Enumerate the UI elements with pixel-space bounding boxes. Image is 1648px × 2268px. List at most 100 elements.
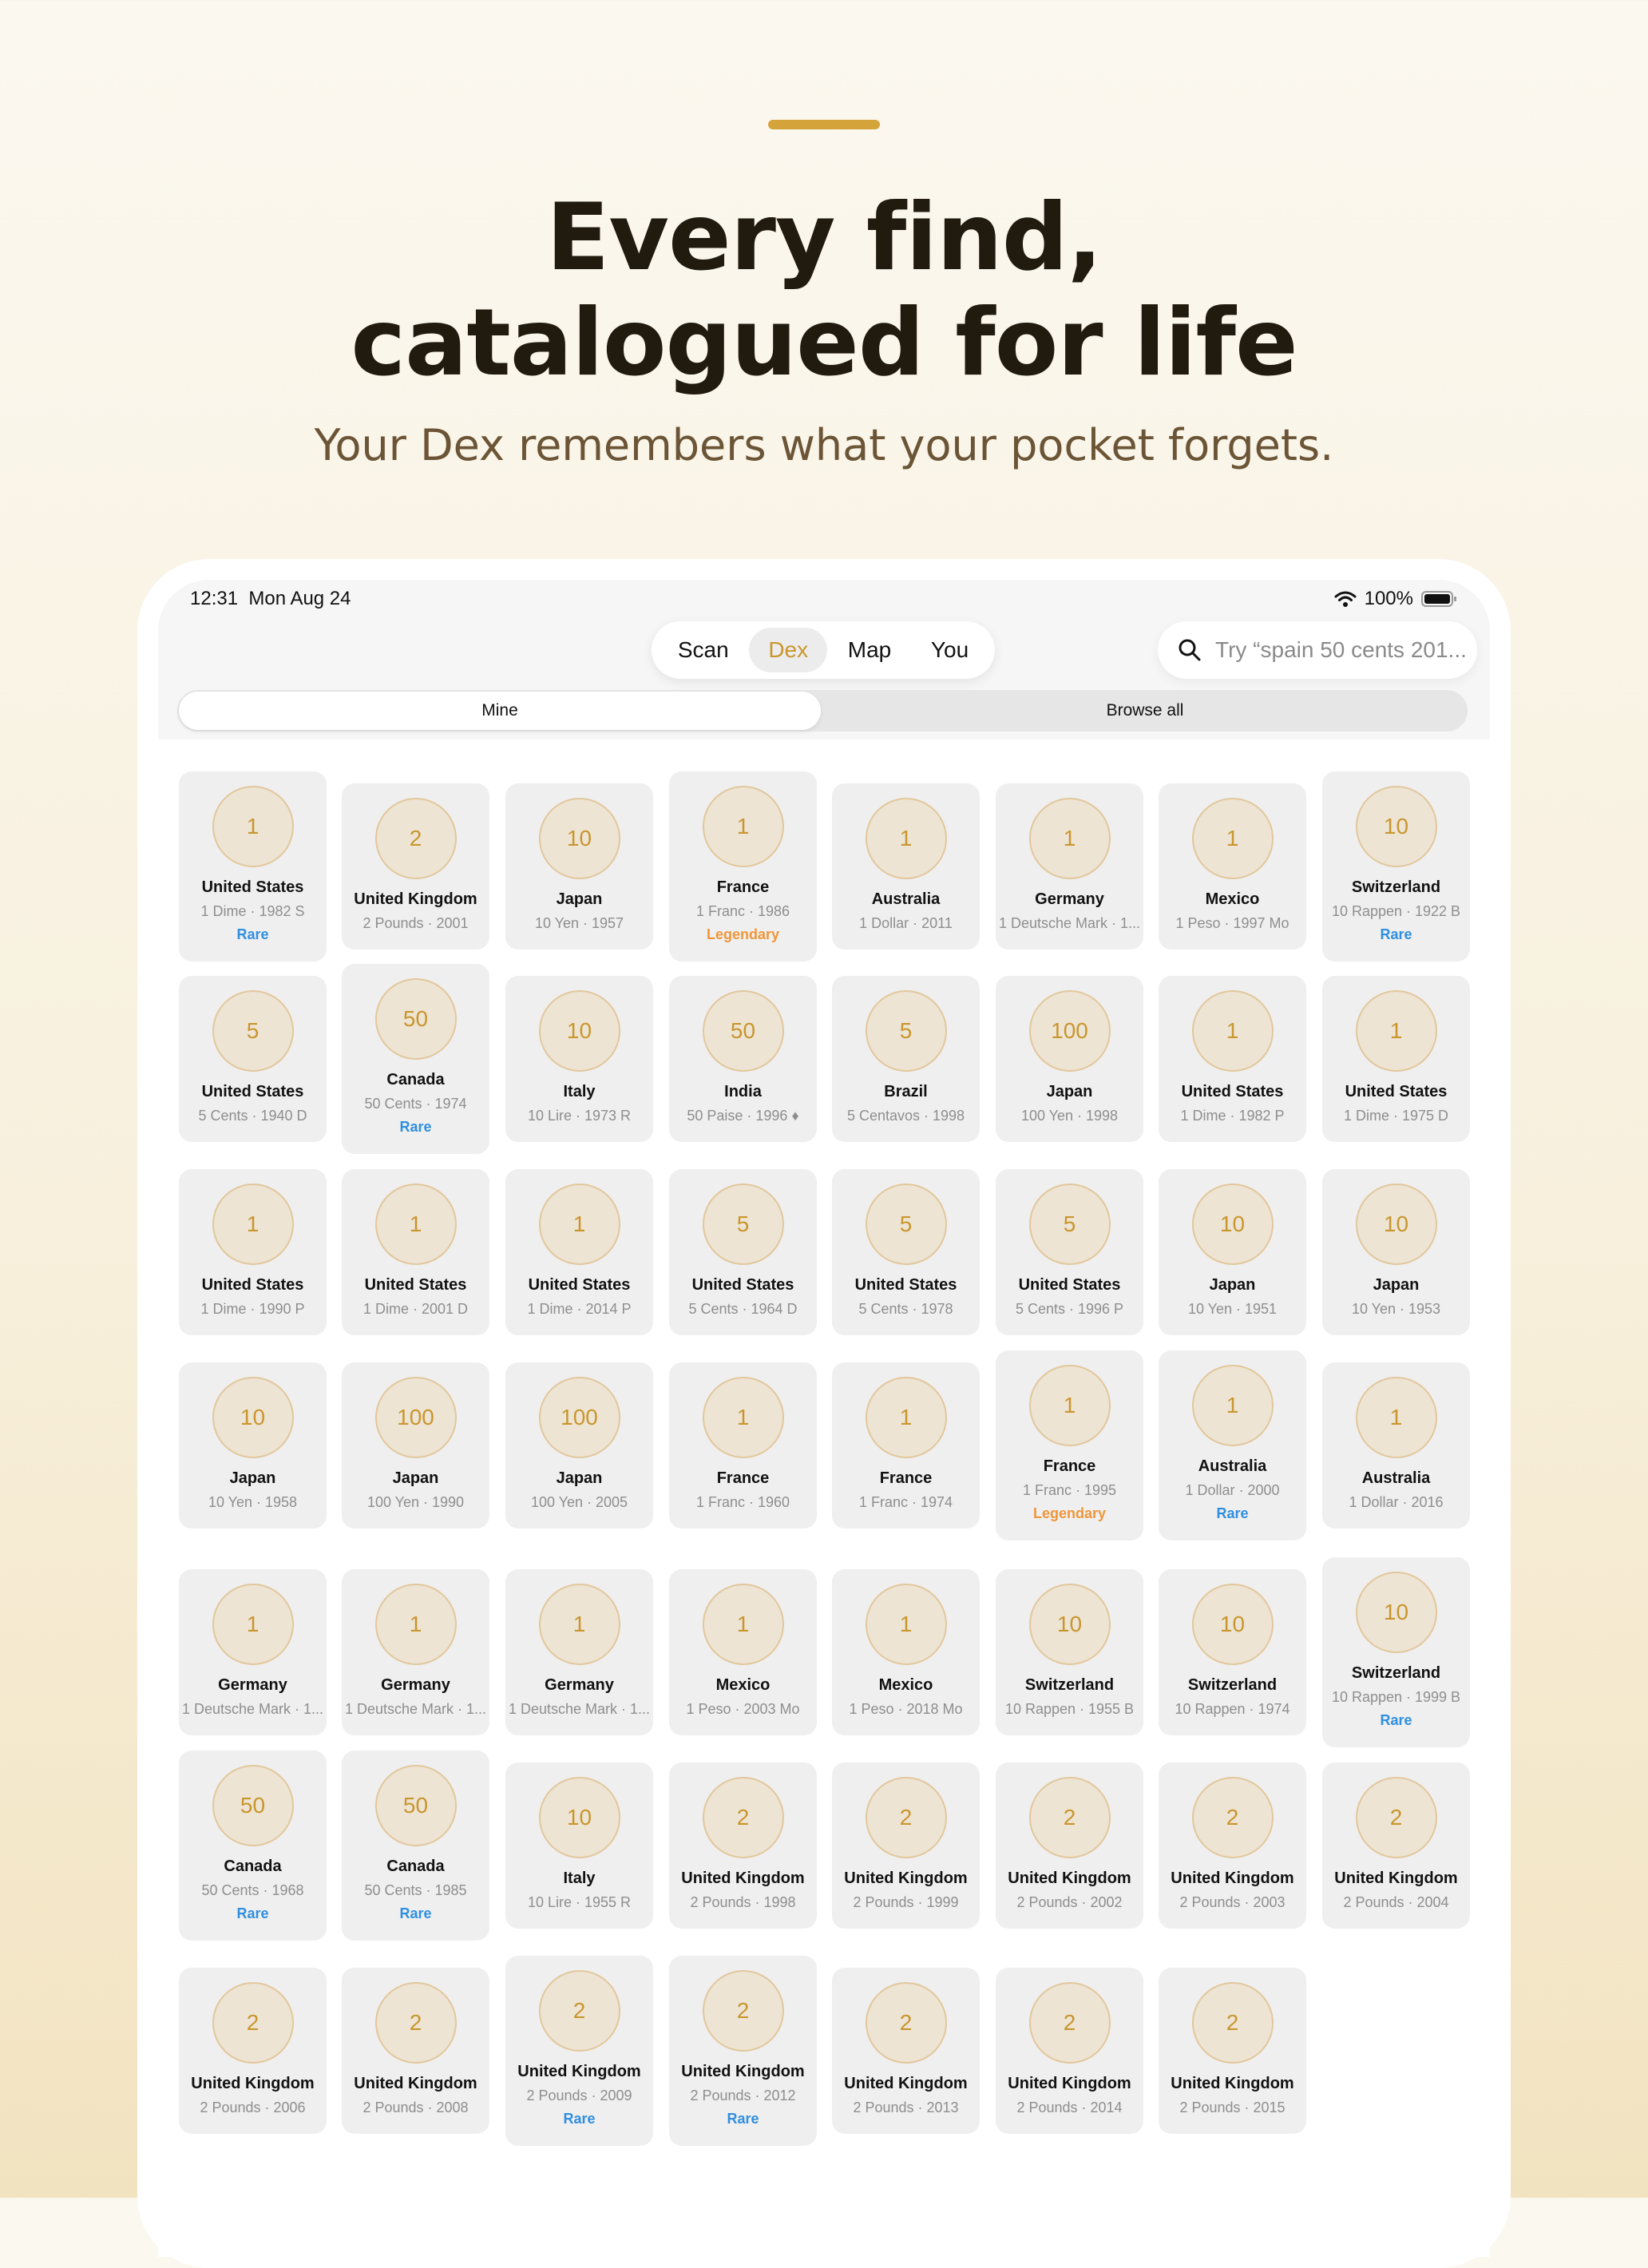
- coin-denomination: 2: [1028, 1777, 1111, 1858]
- coin-card[interactable]: 10 Japan 10 Yen · 1958: [179, 1362, 327, 1529]
- coin-denomination: 5: [865, 1184, 947, 1265]
- coin-card[interactable]: 2 United Kingdom 2 Pounds · 2003: [1159, 1762, 1306, 1929]
- coin-card[interactable]: 1 Mexico 1 Peso · 2018 Mo: [832, 1569, 980, 1735]
- coin-card[interactable]: 2 United Kingdom 2 Pounds · 2008: [342, 1968, 489, 2134]
- coin-card[interactable]: 10 Switzerland 10 Rappen · 1999 B Rare: [1322, 1557, 1470, 1747]
- coin-denomination: 2: [1191, 1777, 1274, 1858]
- coin-denomination: 1: [702, 1584, 784, 1665]
- coin-card[interactable]: 100 Japan 100 Yen · 1998: [996, 976, 1143, 1142]
- coin-country: Brazil: [884, 1083, 928, 1100]
- rarity-badge: Rare: [236, 1905, 269, 1921]
- coin-card[interactable]: 10 Italy 10 Lire · 1955 R: [505, 1762, 653, 1929]
- accent-bar: [768, 120, 880, 129]
- coin-detail: 2 Pounds · 2006: [200, 2099, 306, 2115]
- coin-card[interactable]: 1 United States 1 Dime · 1975 D: [1322, 976, 1470, 1142]
- coin-card[interactable]: 2 United Kingdom 2 Pounds · 2014: [996, 1968, 1143, 2134]
- coin-card[interactable]: 10 Switzerland 10 Rappen · 1974: [1159, 1569, 1306, 1735]
- coin-card[interactable]: 1 Australia 1 Dollar · 2016: [1322, 1362, 1470, 1529]
- coin-detail: 1 Dollar · 2011: [859, 915, 953, 931]
- coin-denomination: 5: [702, 1184, 784, 1265]
- coin-card[interactable]: 1 United States 1 Dime · 1990 P: [179, 1169, 327, 1335]
- coin-card[interactable]: 1 Australia 1 Dollar · 2000 Rare: [1159, 1350, 1306, 1540]
- rarity-badge: Rare: [563, 2111, 596, 2127]
- coin-card[interactable]: 50 Canada 50 Cents · 1968 Rare: [179, 1751, 327, 1941]
- coin-card[interactable]: 2 United Kingdom 2 Pounds · 2015: [1159, 1968, 1306, 2134]
- coin-detail: 1 Dollar · 2016: [1349, 1494, 1444, 1510]
- coin-detail: 1 Deutsche Mark · 1...: [508, 1701, 651, 1717]
- coin-card[interactable]: 2 United Kingdom 2 Pounds · 1999: [832, 1762, 980, 1929]
- coin-card[interactable]: 2 United Kingdom 2 Pounds · 2009 Rare: [505, 1956, 653, 2146]
- coin-card[interactable]: 5 United States 5 Cents · 1964 D: [669, 1169, 817, 1335]
- coin-card[interactable]: 1 France 1 Franc · 1995 Legendary: [996, 1350, 1143, 1540]
- coin-card[interactable]: 10 Switzerland 10 Rappen · 1955 B: [996, 1569, 1143, 1735]
- coin-card[interactable]: 10 Japan 10 Yen · 1953: [1322, 1169, 1470, 1335]
- coin-detail: 10 Lire · 1955 R: [527, 1894, 632, 1910]
- coin-card[interactable]: 5 Brazil 5 Centavos · 1998: [832, 976, 980, 1142]
- coin-country: United Kingdom: [1008, 2075, 1131, 2092]
- coin-card[interactable]: 5 United States 5 Cents · 1978: [832, 1169, 980, 1335]
- coin-card[interactable]: 1 France 1 Franc · 1974: [832, 1362, 980, 1529]
- coin-denomination: 1: [865, 1584, 947, 1665]
- coin-country: Japan: [556, 890, 603, 908]
- coin-card[interactable]: 5 United States 5 Cents · 1996 P: [996, 1169, 1143, 1335]
- coin-country: Germany: [545, 1676, 614, 1694]
- coin-country: Japan: [229, 1469, 276, 1487]
- coin-denomination: 2: [374, 798, 457, 879]
- coin-card[interactable]: 5 United States 5 Cents · 1940 D: [179, 976, 327, 1142]
- coin-detail: 50 Cents · 1974: [364, 1096, 467, 1112]
- coin-card[interactable]: 10 Switzerland 10 Rappen · 1922 B Rare: [1322, 771, 1470, 962]
- coin-card[interactable]: 1 Mexico 1 Peso · 1997 Mo: [1159, 783, 1306, 950]
- coin-card[interactable]: 10 Japan 10 Yen · 1957: [505, 783, 653, 950]
- coin-card[interactable]: 2 United Kingdom 2 Pounds · 2002: [996, 1762, 1143, 1929]
- rarity-badge: Rare: [1380, 1712, 1412, 1728]
- coin-card[interactable]: 1 Germany 1 Deutsche Mark · 1...: [996, 783, 1143, 950]
- coin-card[interactable]: 1 United States 1 Dime · 1982 P: [1159, 976, 1306, 1142]
- coin-country: Germany: [218, 1676, 287, 1694]
- coin-detail: 2 Pounds · 2002: [1016, 1894, 1123, 1910]
- coin-card[interactable]: 1 France 1 Franc · 1960: [669, 1362, 817, 1529]
- coin-card[interactable]: 1 Germany 1 Deutsche Mark · 1...: [505, 1569, 653, 1735]
- coin-denomination: 2: [865, 1982, 947, 2064]
- coin-country: Switzerland: [1351, 878, 1441, 896]
- coin-detail: 100 Yen · 1998: [1020, 1108, 1119, 1124]
- coin-country: Canada: [224, 1858, 282, 1875]
- coin-card[interactable]: 2 United Kingdom 2 Pounds · 2004: [1322, 1762, 1470, 1929]
- coin-denomination: 10: [538, 798, 620, 879]
- coin-card[interactable]: 1 United States 1 Dime · 2001 D: [342, 1169, 489, 1335]
- coin-card[interactable]: 100 Japan 100 Yen · 1990: [342, 1362, 489, 1529]
- coin-card[interactable]: 10 Japan 10 Yen · 1951: [1159, 1169, 1306, 1335]
- coin-card[interactable]: 10 Italy 10 Lire · 1973 R: [505, 976, 653, 1142]
- coin-country: United Kingdom: [1171, 1870, 1294, 1887]
- coin-country: France: [1043, 1457, 1096, 1475]
- coin-card[interactable]: 2 United Kingdom 2 Pounds · 2006: [179, 1968, 327, 2134]
- coin-card[interactable]: 1 Germany 1 Deutsche Mark · 1...: [342, 1569, 489, 1735]
- coin-country: India: [724, 1083, 762, 1100]
- coin-card[interactable]: 50 Canada 50 Cents · 1974 Rare: [342, 964, 489, 1154]
- coin-denomination: 100: [538, 1377, 620, 1458]
- coin-card[interactable]: 1 France 1 Franc · 1986 Legendary: [669, 771, 817, 962]
- coin-card[interactable]: 1 United States 1 Dime · 2014 P: [505, 1169, 653, 1335]
- coin-country: United Kingdom: [1171, 2075, 1294, 2092]
- coin-country: Japan: [556, 1469, 603, 1487]
- coin-card[interactable]: 2 United Kingdom 2 Pounds · 1998: [669, 1762, 817, 1929]
- coin-denomination: 5: [1028, 1184, 1111, 1265]
- coin-country: Australia: [1198, 1457, 1267, 1475]
- coin-detail: 10 Yen · 1953: [1351, 1301, 1441, 1317]
- rarity-badge: Rare: [1216, 1505, 1249, 1521]
- coin-detail: 1 Deutsche Mark · 1...: [181, 1701, 324, 1717]
- coin-denomination: 50: [702, 990, 784, 1072]
- coin-card[interactable]: 1 Mexico 1 Peso · 2003 Mo: [669, 1569, 817, 1735]
- coin-card[interactable]: 1 Australia 1 Dollar · 2011: [832, 783, 980, 950]
- coin-card[interactable]: 1 Germany 1 Deutsche Mark · 1...: [179, 1569, 327, 1735]
- coin-card[interactable]: 50 India 50 Paise · 1996 ♦: [669, 976, 817, 1142]
- coin-denomination: 1: [702, 1377, 784, 1458]
- coin-country: Mexico: [1205, 890, 1260, 908]
- coin-card[interactable]: 2 United Kingdom 2 Pounds · 2001: [342, 783, 489, 950]
- coin-card[interactable]: 50 Canada 50 Cents · 1985 Rare: [342, 1751, 489, 1941]
- coin-card[interactable]: 1 United States 1 Dime · 1982 S Rare: [179, 771, 327, 962]
- coin-denomination: 100: [1028, 990, 1111, 1072]
- coin-card[interactable]: 100 Japan 100 Yen · 2005: [505, 1362, 653, 1529]
- coin-card[interactable]: 2 United Kingdom 2 Pounds · 2013: [832, 1968, 980, 2134]
- coin-card[interactable]: 2 United Kingdom 2 Pounds · 2012 Rare: [669, 1956, 817, 2146]
- coin-denomination: 100: [374, 1377, 457, 1458]
